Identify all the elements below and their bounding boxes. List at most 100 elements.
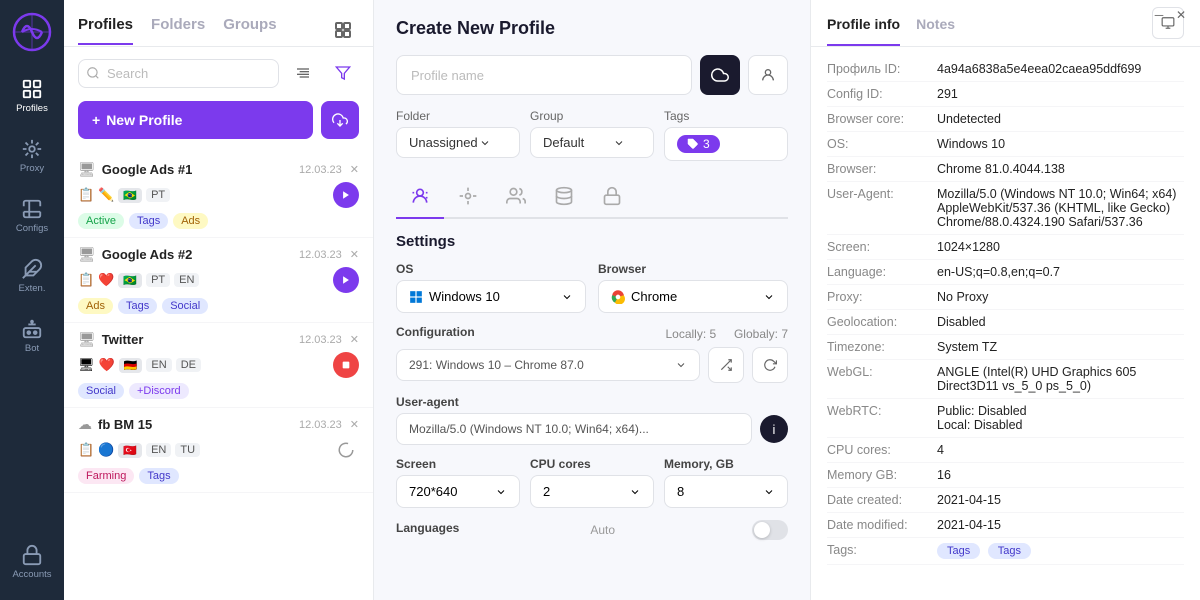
list-item[interactable]: 🖥 Twitter 12.03.23 ✕ 🖥 ❤️ 🇩🇪 EN DE bbox=[64, 323, 373, 408]
profile-date: 12.03.23 bbox=[299, 164, 342, 176]
info-row-date-modified: Date modified: 2021-04-15 bbox=[827, 513, 1184, 538]
profile-tags: Ads Tags Social bbox=[78, 298, 359, 314]
memory-field: Memory, GB 8 bbox=[664, 457, 788, 508]
info-val: Undetected bbox=[937, 112, 1184, 126]
languages-toggle[interactable] bbox=[752, 520, 788, 540]
browser-label: Browser bbox=[598, 262, 788, 276]
filter-icon[interactable] bbox=[327, 57, 359, 89]
info-val: ANGLE (Intel(R) UHD Graphics 605 Direct3… bbox=[937, 365, 1184, 393]
search-input[interactable] bbox=[78, 59, 279, 88]
os-browser-row: OS Windows 10 Browser Chrome bbox=[396, 262, 788, 313]
info-val: Chrome 81.0.4044.138 bbox=[937, 162, 1184, 176]
tab-notes[interactable]: Notes bbox=[916, 0, 955, 46]
search-wrap bbox=[78, 59, 279, 88]
config-label: Configuration bbox=[396, 325, 475, 339]
new-profile-button[interactable]: + New Profile bbox=[78, 101, 313, 139]
sort-icon[interactable] bbox=[287, 57, 319, 89]
info-panel-tabs: Profile info Notes bbox=[827, 0, 955, 46]
profile-icon-button[interactable] bbox=[748, 55, 788, 95]
tab-groups[interactable]: Groups bbox=[223, 16, 276, 45]
screen-select[interactable]: 720*640 bbox=[396, 475, 520, 508]
tab-layout-toggle bbox=[327, 14, 359, 46]
nav-item-configs[interactable]: Configs bbox=[4, 188, 60, 244]
profile-date: 12.03.23 bbox=[299, 419, 342, 431]
group-select[interactable]: Default bbox=[530, 127, 654, 158]
info-val: Windows 10 bbox=[937, 137, 1184, 151]
flag-badge: EN bbox=[146, 358, 171, 372]
config-select-row: 291: Windows 10 – Chrome 87.0 bbox=[396, 347, 788, 383]
cpu-value: 2 bbox=[543, 484, 550, 499]
profile-date: 12.03.23 bbox=[299, 249, 342, 261]
list-item[interactable]: ☁ fb BM 15 12.03.23 ✕ 📋 🔵 🇹🇷 EN TU bbox=[64, 408, 373, 493]
memory-select[interactable]: 8 bbox=[664, 475, 788, 508]
close-button[interactable]: ✕ bbox=[1174, 8, 1188, 22]
profile-name-input[interactable] bbox=[396, 55, 692, 95]
config-refresh-button[interactable] bbox=[752, 347, 788, 383]
tab-settings-proxy[interactable] bbox=[444, 175, 492, 219]
cpu-field: CPU cores 2 bbox=[530, 457, 654, 508]
tab-settings-security[interactable] bbox=[588, 175, 636, 219]
nav-item-exten[interactable]: Exten. bbox=[4, 248, 60, 304]
tab-settings-users[interactable] bbox=[492, 175, 540, 219]
pin-icon: ✕ bbox=[350, 333, 359, 346]
tab-profile-info[interactable]: Profile info bbox=[827, 0, 900, 46]
profile-stop-button[interactable] bbox=[333, 352, 359, 378]
profile-icon-monitor: 🖥 bbox=[78, 246, 96, 263]
info-row-proxy: Proxy: No Proxy bbox=[827, 285, 1184, 310]
profile-play-button[interactable] bbox=[333, 267, 359, 293]
useragent-input[interactable] bbox=[396, 413, 752, 445]
useragent-row: User-agent i bbox=[396, 395, 788, 445]
info-key: OS: bbox=[827, 137, 937, 151]
info-row-webrtc: WebRTC: Public: DisabledLocal: Disabled bbox=[827, 399, 1184, 438]
info-row-memory: Memory GB: 16 bbox=[827, 463, 1184, 488]
os-select[interactable]: Windows 10 bbox=[396, 280, 586, 313]
profiles-header: Profiles Folders Groups bbox=[64, 0, 373, 47]
os-label: OS bbox=[396, 262, 586, 276]
folder-select[interactable]: Unassigned bbox=[396, 127, 520, 158]
config-select[interactable]: 291: Windows 10 – Chrome 87.0 bbox=[396, 349, 700, 381]
pin-icon: ✕ bbox=[350, 248, 359, 261]
profile-loading bbox=[333, 437, 359, 463]
config-random-button[interactable] bbox=[708, 347, 744, 383]
folder-group-tags-row: Folder Unassigned Group Default Tags bbox=[396, 109, 788, 161]
tag-pill: Active bbox=[78, 213, 124, 229]
cpu-select[interactable]: 2 bbox=[530, 475, 654, 508]
layout-icon[interactable] bbox=[327, 14, 359, 46]
info-row-config-id: Config ID: 291 bbox=[827, 82, 1184, 107]
flag-badge: PT bbox=[146, 188, 170, 202]
nav-item-accounts[interactable]: Accounts bbox=[4, 534, 60, 590]
profile-play-button[interactable] bbox=[333, 182, 359, 208]
tags-field: Tags 3 bbox=[664, 109, 788, 161]
minimize-button[interactable]: ─ bbox=[1152, 8, 1166, 22]
folder-label: Folder bbox=[396, 109, 520, 123]
tab-settings-general[interactable] bbox=[396, 175, 444, 219]
profile-name: fb BM 15 bbox=[98, 417, 293, 432]
toggle-knob bbox=[754, 522, 770, 538]
tab-folders[interactable]: Folders bbox=[151, 16, 205, 45]
window-controls: ─ ✕ bbox=[1140, 0, 1200, 30]
nav-label-accounts: Accounts bbox=[12, 569, 51, 580]
nav-label-profiles: Profiles bbox=[16, 103, 48, 114]
import-button[interactable] bbox=[321, 101, 359, 139]
browser-select[interactable]: Chrome bbox=[598, 280, 788, 313]
config-globally: Globaly: 7 bbox=[734, 327, 788, 341]
info-key: Browser: bbox=[827, 162, 937, 176]
browser-value: Chrome bbox=[631, 289, 677, 304]
config-locally: Locally: 5 bbox=[665, 327, 716, 341]
screen-label: Screen bbox=[396, 457, 520, 471]
tag-pill: Tags bbox=[118, 298, 157, 314]
tags-select[interactable]: 3 bbox=[664, 127, 788, 161]
tab-settings-data[interactable] bbox=[540, 175, 588, 219]
info-key: Geolocation: bbox=[827, 315, 937, 329]
list-item[interactable]: 🖥 Google Ads #2 12.03.23 ✕ 📋 ❤️ 🇧🇷 PT EN bbox=[64, 238, 373, 323]
flag-badge: EN bbox=[146, 443, 171, 457]
nav-item-bot[interactable]: Bot bbox=[4, 308, 60, 364]
tab-profiles[interactable]: Profiles bbox=[78, 16, 133, 45]
info-row-profile-id: Профиль ID: 4a94a6838a5e4eea02caea95ddf6… bbox=[827, 57, 1184, 82]
useragent-info-button[interactable]: i bbox=[760, 415, 788, 443]
nav-item-proxy[interactable]: Proxy bbox=[4, 128, 60, 184]
list-item[interactable]: 🖥 Google Ads #1 12.03.23 ✕ 📋 ✏️ 🇧🇷 PT Ac… bbox=[64, 153, 373, 238]
folder-field: Folder Unassigned bbox=[396, 109, 520, 161]
nav-item-profiles[interactable]: Profiles bbox=[4, 68, 60, 124]
cloud-button[interactable] bbox=[700, 55, 740, 95]
